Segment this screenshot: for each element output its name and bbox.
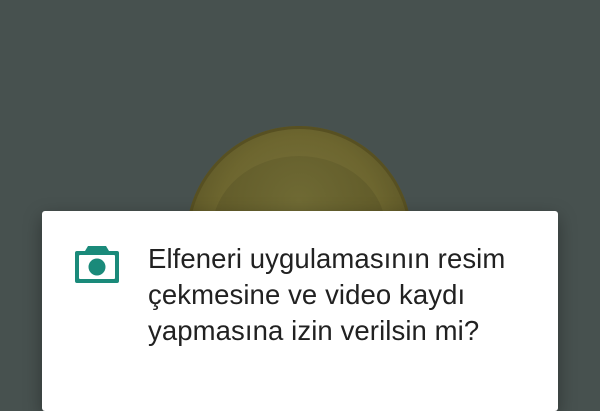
permission-message: Elfeneri uygulamasının resim çekmesine v… [148, 243, 506, 346]
camera-icon [74, 244, 120, 284]
permission-dialog: Elfeneri uygulamasının resim çekmesine v… [42, 211, 558, 411]
